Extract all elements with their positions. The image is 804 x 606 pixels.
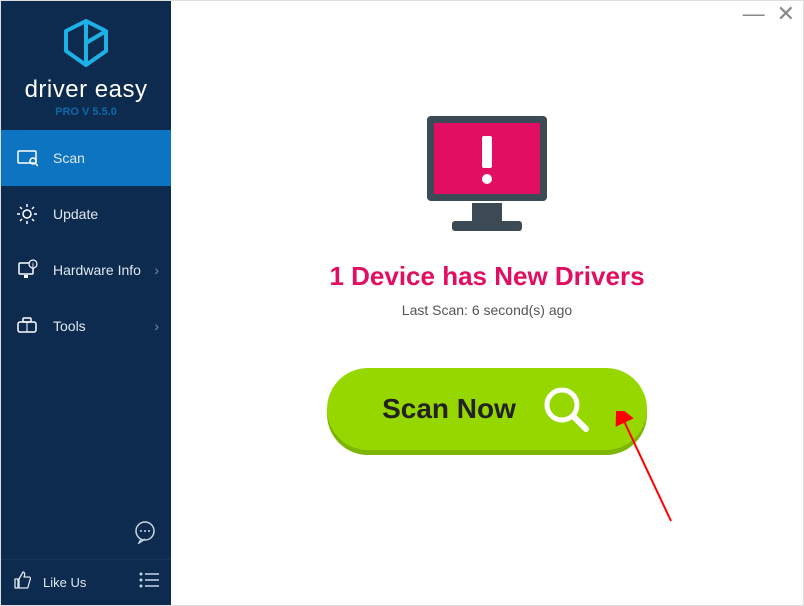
titlebar-controls: — ✕	[743, 6, 795, 22]
last-scan-text: Last Scan: 6 second(s) ago	[402, 302, 572, 318]
minimize-button[interactable]: —	[743, 6, 765, 22]
sidebar-nav: Scan Update	[1, 130, 171, 559]
sidebar-item-label: Hardware Info	[53, 262, 141, 278]
logo-block: driver easy PRO V 5.5.0	[1, 1, 171, 130]
app-logo-icon	[58, 19, 114, 67]
sidebar-item-label: Update	[53, 206, 98, 222]
monitor-alert-icon	[412, 111, 562, 241]
app-name: driver easy	[1, 76, 171, 104]
sidebar-item-tools[interactable]: Tools ›	[1, 298, 171, 354]
scan-icon	[15, 146, 39, 170]
sidebar-item-label: Tools	[53, 318, 86, 334]
app-version: PRO V 5.5.0	[1, 106, 171, 118]
close-button[interactable]: ✕	[777, 6, 795, 22]
sidebar-bottom: Like Us	[1, 559, 171, 605]
tools-icon	[15, 314, 39, 338]
scan-button-label: Scan Now	[382, 393, 516, 425]
menu-list-icon[interactable]	[139, 572, 159, 593]
sidebar: driver easy PRO V 5.5.0 Scan	[1, 1, 171, 605]
gear-icon	[15, 202, 39, 226]
feedback-button[interactable]	[133, 520, 157, 549]
main-panel: 1 Device has New Drivers Last Scan: 6 se…	[171, 1, 803, 605]
sidebar-item-update[interactable]: Update	[1, 186, 171, 242]
chat-bubble-icon	[133, 520, 157, 544]
hardware-info-icon: i	[15, 258, 39, 282]
chevron-right-icon: ›	[154, 262, 159, 278]
sidebar-item-hardware-info[interactable]: i Hardware Info ›	[1, 242, 171, 298]
magnifier-icon	[540, 383, 592, 435]
thumbs-up-icon[interactable]	[13, 570, 33, 595]
sidebar-item-label: Scan	[53, 150, 85, 166]
like-us-label[interactable]: Like Us	[43, 575, 129, 590]
status-title: 1 Device has New Drivers	[329, 261, 644, 292]
scan-now-button[interactable]: Scan Now	[327, 368, 647, 450]
app-window: — ✕ driver easy PRO V 5.5.0 Scan	[0, 0, 804, 606]
chevron-right-icon: ›	[154, 318, 159, 334]
sidebar-item-scan[interactable]: Scan	[1, 130, 171, 186]
